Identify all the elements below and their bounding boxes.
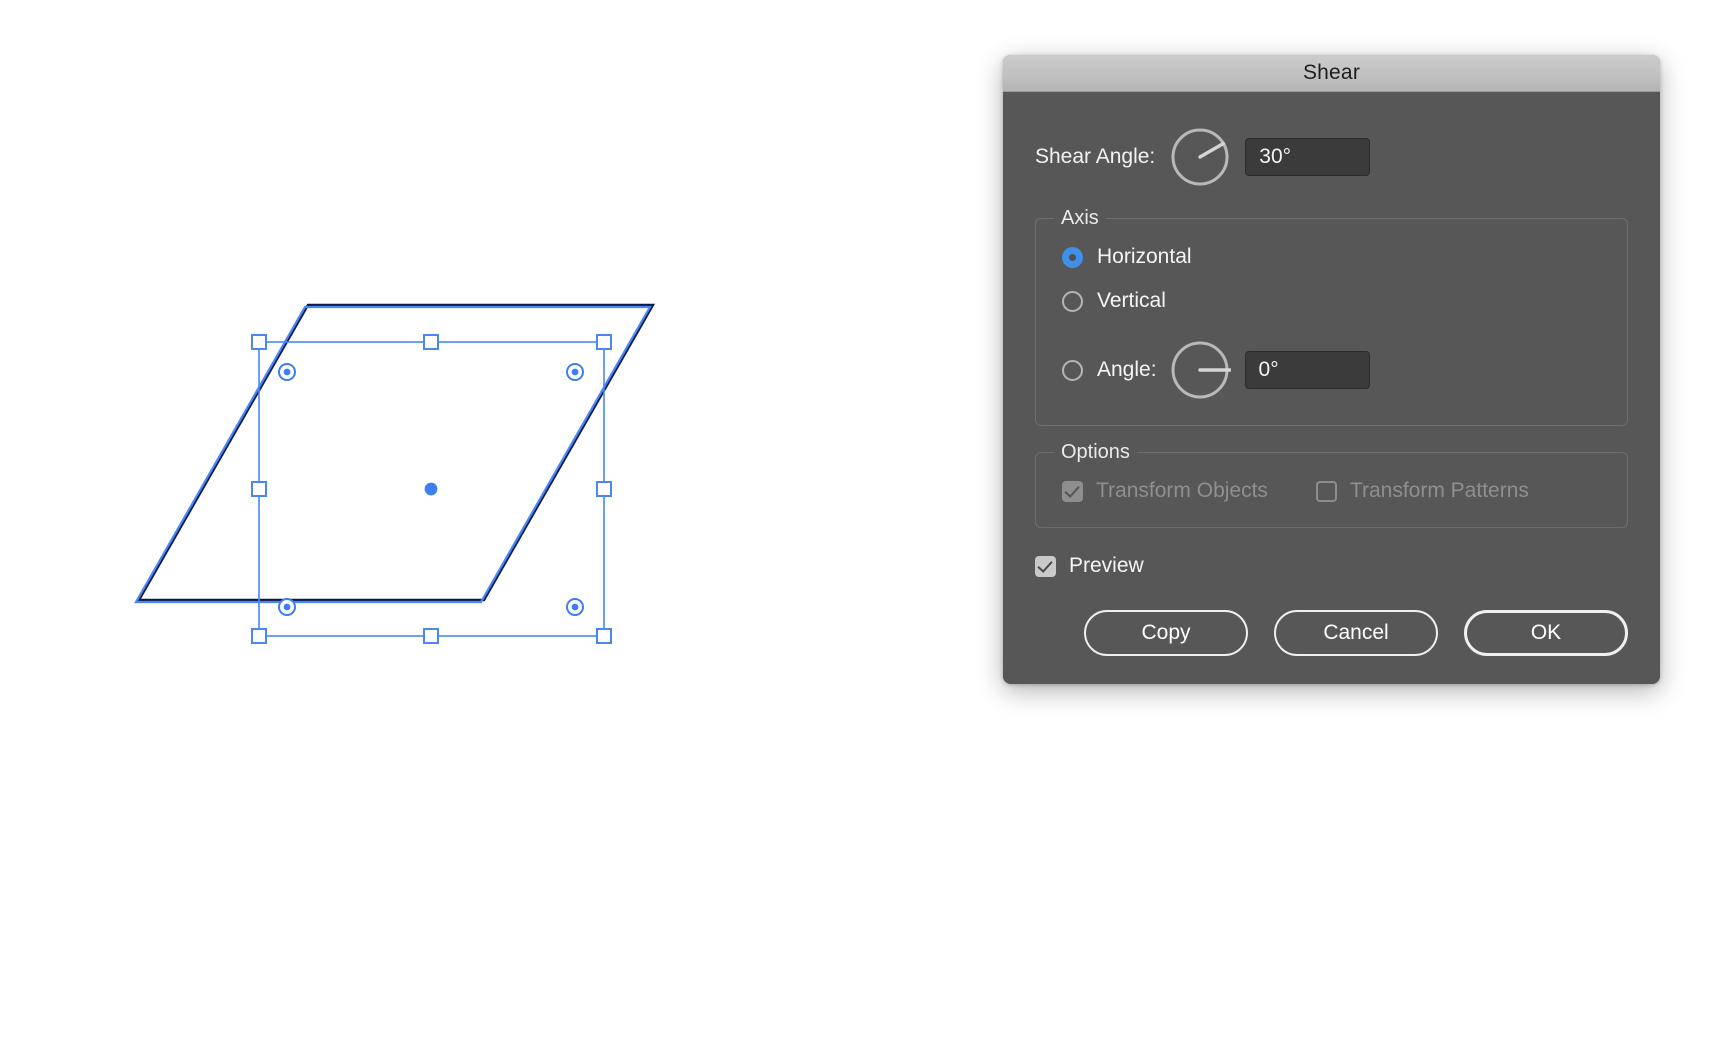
checkbox-transform-objects-label: Transform Objects: [1096, 479, 1268, 502]
radio-vertical[interactable]: Vertical: [1062, 289, 1601, 313]
cancel-button[interactable]: Cancel: [1274, 610, 1438, 656]
radio-angle-label: Angle:: [1097, 358, 1157, 381]
axis-angle-dial-icon[interactable]: [1169, 339, 1231, 401]
checkbox-transform-objects-indicator: [1062, 480, 1083, 502]
checkbox-preview[interactable]: Preview: [1035, 554, 1628, 578]
handle-bottom-left[interactable]: [251, 628, 267, 644]
original-path[interactable]: [136, 303, 656, 602]
checkbox-transform-patterns-label: Transform Patterns: [1349, 479, 1529, 502]
dialog-titlebar[interactable]: Shear: [1003, 55, 1660, 92]
checkbox-transform-patterns-indicator: [1315, 480, 1337, 502]
anchor-point-top-right[interactable]: [566, 363, 584, 381]
handle-top-center[interactable]: [423, 334, 439, 350]
checkbox-transform-objects: Transform Objects: [1062, 479, 1268, 503]
dialog-button-row: Copy Cancel OK: [1035, 610, 1628, 656]
ok-button[interactable]: OK: [1464, 610, 1628, 656]
axis-group: Axis Horizontal Vertical Angle: 0°: [1035, 207, 1628, 426]
handle-top-left[interactable]: [251, 334, 267, 350]
artwork-svg: [134, 303, 656, 644]
radio-angle-indicator[interactable]: [1062, 359, 1083, 381]
dialog-title: Shear: [1302, 61, 1361, 84]
handle-middle-left[interactable]: [251, 481, 267, 497]
axis-angle-input[interactable]: 0°: [1244, 351, 1370, 389]
handle-bottom-right[interactable]: [596, 628, 612, 644]
radio-horizontal-indicator[interactable]: [1062, 246, 1083, 268]
options-group: Options Transform Objects Transform Patt…: [1035, 441, 1628, 528]
anchor-point-bottom-right[interactable]: [566, 598, 584, 616]
anchor-point-top-left[interactable]: [278, 363, 296, 381]
copy-button[interactable]: Copy: [1084, 610, 1248, 656]
radio-vertical-indicator[interactable]: [1062, 290, 1083, 312]
shear-angle-label: Shear Angle:: [1035, 145, 1156, 168]
radio-horizontal[interactable]: Horizontal: [1062, 245, 1601, 269]
axis-group-title: Axis: [1054, 207, 1106, 230]
handle-top-right[interactable]: [596, 334, 612, 350]
checkbox-transform-patterns: Transform Patterns: [1315, 479, 1529, 503]
sheared-parallelogram-outline[interactable]: [136, 303, 656, 602]
radio-vertical-label: Vertical: [1097, 289, 1166, 312]
transform-center-point[interactable]: [424, 482, 438, 496]
handle-middle-right[interactable]: [596, 481, 612, 497]
handle-bottom-center[interactable]: [423, 628, 439, 644]
options-group-title: Options: [1054, 441, 1137, 464]
radio-horizontal-label: Horizontal: [1097, 245, 1192, 268]
shear-angle-input[interactable]: 30°: [1245, 138, 1371, 176]
shear-angle-row: Shear Angle: 30°: [1035, 126, 1628, 188]
shear-dialog: Shear Shear Angle: 30° Axis Horizontal V…: [1003, 55, 1660, 684]
checkbox-preview-indicator[interactable]: [1035, 555, 1056, 577]
illustration-canvas[interactable]: [0, 0, 900, 1064]
app-window: Shear Shear Angle: 30° Axis Horizontal V…: [0, 0, 1732, 1064]
checkbox-preview-label: Preview: [1069, 554, 1144, 577]
dialog-body: Shear Angle: 30° Axis Horizontal Vertica…: [1003, 92, 1660, 684]
angle-dial-icon[interactable]: [1169, 126, 1231, 188]
anchor-point-bottom-left[interactable]: [278, 598, 296, 616]
options-row: Transform Objects Transform Patterns: [1062, 479, 1601, 503]
radio-angle-row[interactable]: Angle: 0°: [1062, 339, 1601, 401]
